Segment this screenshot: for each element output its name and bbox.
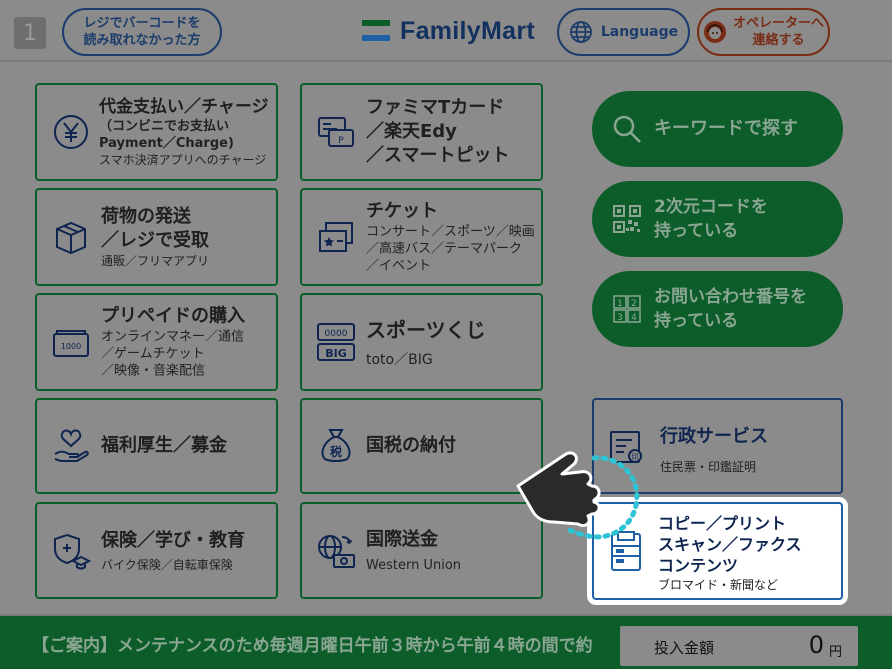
keyword-search-label: キーワードで探す: [654, 118, 798, 139]
logo-mark-icon: [362, 20, 390, 42]
yen-coin-icon: [54, 115, 88, 149]
insurance-tile[interactable]: 保険／学び・教育 バイク保険／自転車保険: [35, 502, 278, 599]
parcel-sub: 通販／フリマアプリ: [101, 254, 210, 268]
amount-value: 0: [808, 631, 824, 659]
screen-number: 1: [14, 17, 46, 49]
admin-service-title: 行政サービス: [660, 426, 768, 447]
lottery-icon-top: 0000: [325, 329, 348, 339]
logo-text: FamilyMart: [400, 16, 535, 45]
svg-text:P: P: [338, 136, 344, 146]
tax-title: 国税の納付: [366, 435, 456, 456]
famima-card-title: ファミマTカード ／楽天Edy ／スマートピット: [366, 97, 510, 166]
ticket-tile[interactable]: チケット コンサート／スポーツ／映画 ／高速バス／テーマパーク ／イベント: [300, 188, 543, 286]
search-icon: [613, 115, 641, 143]
welfare-tile[interactable]: 福利厚生／募金: [35, 398, 278, 494]
language-button[interactable]: Language: [557, 8, 690, 56]
announcement-text: 【ご案内】メンテナンスのため毎週月曜日午前３時から午前４時の間で約: [32, 636, 593, 656]
lottery-icon-bottom: BIG: [325, 347, 347, 360]
globe-icon: [569, 21, 592, 43]
inquiry-digit-4: 4: [631, 313, 637, 323]
remittance-title: 国際送金: [366, 528, 438, 550]
copy-print-title: コピー／プリント スキャン／ファクス コンテンツ: [658, 514, 802, 575]
remittance-tile[interactable]: 国際送金 Western Union: [300, 502, 543, 599]
prepaid-tile[interactable]: 1000 プリペイドの購入 オンラインマネー／通信 ／ゲームチケット ／映像・音…: [35, 293, 278, 391]
payment-sub3: スマホ決済アプリへのチャージ: [99, 153, 267, 167]
payment-tile[interactable]: 代金支払い／チャージ （コンビニでお支払い Payment／Charge) スマ…: [35, 83, 278, 181]
language-label: Language: [600, 23, 679, 40]
inserted-amount-display: 投入金額 0 円: [620, 626, 858, 666]
tax-tile[interactable]: 税 国税の納付: [300, 398, 543, 494]
pointing-hand-icon: [516, 451, 640, 540]
operator-icon: [703, 21, 726, 43]
famima-card-tile[interactable]: P ファミマTカード ／楽天Edy ／スマートピット: [300, 83, 543, 181]
qr-code-icon: [613, 205, 641, 233]
familymart-logo: FamilyMart: [362, 14, 535, 48]
ticket-icon: [319, 222, 353, 252]
insurance-title: 保険／学び・教育: [101, 529, 245, 551]
payment-sub2: Payment／Charge): [99, 136, 234, 151]
remittance-sub: Western Union: [366, 557, 462, 573]
keyword-search-button[interactable]: キーワードで探す: [592, 91, 843, 167]
amount-label: 投入金額: [654, 639, 715, 657]
operator-button[interactable]: オペレーターへ 連絡する: [697, 8, 830, 56]
number-grid-icon: 1 2 3 4: [613, 295, 641, 323]
insurance-sub: バイク保険／自転車保険: [101, 557, 233, 572]
footer-bar: 【ご案内】メンテナンスのため毎週月曜日午前３時から午前４時の間で約 投入金額 0…: [0, 614, 892, 669]
header-bar: 1 レジでバーコードを 読み取れなかった方 FamilyMart Languag…: [0, 0, 892, 62]
lottery-icon: 0000 BIG: [317, 323, 355, 361]
ticket-sub: コンサート／スポーツ／映画 ／高速バス／テーマパーク ／イベント: [366, 224, 535, 274]
ticket-title: チケット: [366, 200, 438, 222]
prepaid-card-text: 1000: [61, 342, 81, 351]
tax-icon-text: 税: [330, 444, 342, 459]
welfare-title: 福利厚生／募金: [101, 435, 227, 456]
inquiry-number-label: お問い合わせ番号を 持っている: [654, 287, 807, 331]
qr-code-label: 2次元コードを 持っている: [654, 197, 768, 241]
money-bag-icon: 税: [321, 429, 351, 462]
prepaid-card-icon: 1000: [53, 330, 89, 357]
parcel-title: 荷物の発送 ／レジで受取: [101, 206, 209, 251]
inquiry-digit-1: 1: [617, 299, 623, 309]
amount-unit: 円: [828, 645, 842, 660]
box-icon: [56, 221, 86, 255]
sports-lottery-sub: toto／BIG: [366, 352, 433, 368]
copy-print-sub: ブロマイド・新聞など: [658, 578, 779, 592]
operator-label: オペレーターへ 連絡する: [732, 16, 824, 48]
inquiry-digit-3: 3: [617, 313, 623, 323]
payment-sub1: （コンビニでお支払い: [99, 119, 230, 134]
globe-money-icon: [318, 534, 355, 568]
sports-lottery-tile[interactable]: 0000 BIG スポーツくじ toto／BIG: [300, 293, 543, 391]
heart-hand-icon: [54, 429, 89, 462]
shield-graduation-icon: [54, 533, 91, 569]
payment-title: 代金支払い／チャージ: [99, 97, 269, 117]
prepaid-sub: オンラインマネー／通信 ／ゲームチケット ／映像・音楽配信: [101, 329, 245, 379]
qr-code-button[interactable]: 2次元コードを 持っている: [592, 181, 843, 257]
sports-lottery-title: スポーツくじ: [366, 318, 486, 342]
barcode-help-button[interactable]: レジでバーコードを 読み取れなかった方: [62, 8, 222, 56]
admin-service-sub: 住民票・印鑑証明: [660, 460, 757, 474]
cards-icon: P: [318, 117, 354, 147]
announcement-ticker: 【ご案内】メンテナンスのため毎週月曜日午前３時から午前４時の間で約: [32, 616, 598, 669]
parcel-tile[interactable]: 荷物の発送 ／レジで受取 通販／フリマアプリ: [35, 188, 278, 286]
prepaid-title: プリペイドの購入: [101, 305, 245, 327]
barcode-help-label: レジでバーコードを 読み取れなかった方: [83, 16, 201, 48]
inquiry-number-button[interactable]: 1 2 3 4 お問い合わせ番号を 持っている: [592, 271, 843, 347]
inquiry-digit-2: 2: [631, 299, 637, 309]
